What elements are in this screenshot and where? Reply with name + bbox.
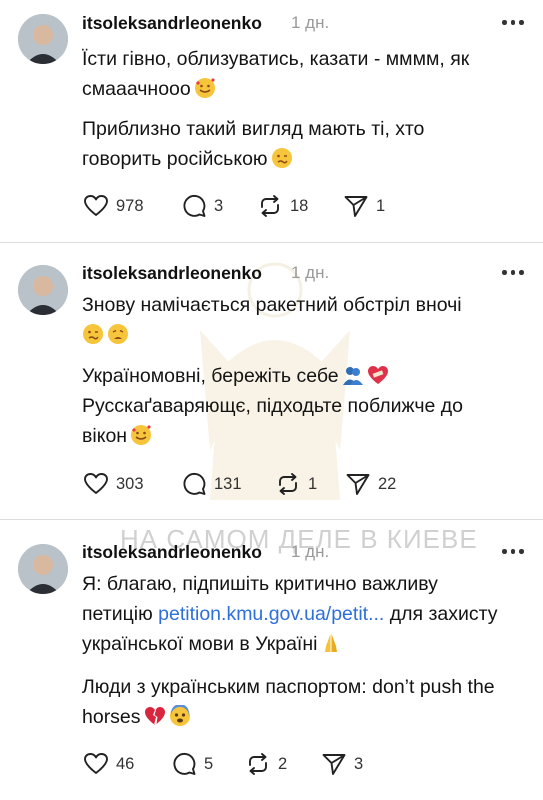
reply-button[interactable]: 3	[180, 191, 223, 221]
post-text-paragraph-1: Знову намічається ракетний обстріл вночі	[82, 290, 532, 350]
like-button[interactable]: 46	[82, 749, 134, 779]
share-button[interactable]: 22	[344, 469, 396, 499]
people-hugging-emoji	[342, 364, 364, 386]
avatar[interactable]	[18, 265, 68, 315]
post-1[interactable]: itsoleksandrleonenko 1 дн. Їсти гівно, о…	[0, 0, 543, 242]
reply-count: 5	[204, 754, 214, 773]
send-icon	[344, 196, 368, 217]
repost-icon	[279, 473, 297, 495]
username[interactable]: itsoleksandrleonenko	[82, 13, 262, 34]
heart-icon	[84, 753, 108, 774]
petition-link[interactable]: petition.kmu.gov.ua/petit...	[158, 603, 384, 625]
repost-count: 18	[290, 196, 309, 215]
share-count: 1	[376, 196, 386, 215]
avatar[interactable]	[18, 544, 68, 594]
woozy-face-emoji	[82, 323, 104, 345]
repost-button[interactable]: 2	[244, 749, 287, 779]
comment-icon	[183, 194, 206, 217]
reply-count: 131	[214, 474, 242, 493]
comment-icon	[183, 472, 206, 495]
post-text-paragraph-1: Їсти гівно, облизуватись, казати - мммм,…	[82, 48, 470, 100]
heart-icon	[84, 195, 108, 216]
send-icon	[322, 754, 346, 775]
like-count: 978	[116, 196, 144, 215]
username[interactable]: itsoleksandrleonenko	[82, 263, 262, 284]
post-text-paragraph-2: Люди з українським паспортом: don’t push…	[82, 676, 495, 728]
avatar[interactable]	[18, 14, 68, 64]
weary-face-emoji	[107, 323, 129, 345]
share-count: 22	[378, 474, 397, 493]
like-count: 303	[116, 474, 144, 493]
post-actions: 303 131 1 22	[82, 469, 522, 499]
post-time: 1 дн.	[291, 13, 330, 32]
post-text-paragraph-2: Україномовні, бережіть себе Русскаґаваря…	[82, 364, 463, 447]
post-time: 1 дн.	[291, 542, 330, 561]
post-time: 1 дн.	[291, 263, 330, 282]
post-text-paragraph-2: Приблизно такий вигляд мають ті, хто гов…	[82, 118, 425, 170]
like-count: 46	[116, 754, 135, 773]
smiling-face-with-hearts-emoji	[194, 77, 216, 99]
mending-heart-emoji	[367, 364, 389, 386]
post-2[interactable]: itsoleksandrleonenko 1 дн. Знову намічає…	[0, 243, 543, 519]
repost-count: 2	[278, 754, 288, 773]
repost-button[interactable]: 1	[274, 469, 317, 499]
comment-icon	[173, 752, 196, 775]
repost-button[interactable]: 18	[256, 191, 308, 221]
more-icon[interactable]	[500, 545, 526, 557]
send-icon	[346, 474, 370, 495]
like-button[interactable]: 303	[82, 469, 144, 499]
reply-button[interactable]: 131	[180, 469, 242, 499]
woozy-face-emoji	[271, 147, 293, 169]
broken-heart-emoji	[144, 705, 166, 727]
reply-button[interactable]: 5	[170, 749, 213, 779]
post-text-paragraph-1: Я: благаю, підпишіть критично важливу пе…	[82, 573, 498, 655]
reply-count: 3	[214, 196, 224, 215]
more-icon[interactable]	[500, 266, 526, 278]
share-count: 3	[354, 754, 364, 773]
more-icon[interactable]	[500, 16, 526, 28]
username[interactable]: itsoleksandrleonenko	[82, 542, 262, 563]
repost-count: 1	[308, 474, 318, 493]
heart-icon	[84, 473, 108, 494]
post-actions: 46 5 2 3	[82, 749, 522, 779]
smiling-face-with-hearts-emoji	[130, 424, 152, 446]
folded-hands-emoji	[320, 632, 342, 654]
repost-icon	[261, 195, 279, 217]
anxious-face-emoji	[169, 705, 191, 727]
share-button[interactable]: 1	[342, 191, 385, 221]
post-3[interactable]: itsoleksandrleonenko 1 дн. Я: благаю, пі…	[0, 520, 543, 800]
repost-icon	[249, 753, 267, 775]
share-button[interactable]: 3	[320, 749, 363, 779]
post-actions: 978 3 18 1	[82, 191, 522, 221]
like-button[interactable]: 978	[82, 191, 144, 221]
